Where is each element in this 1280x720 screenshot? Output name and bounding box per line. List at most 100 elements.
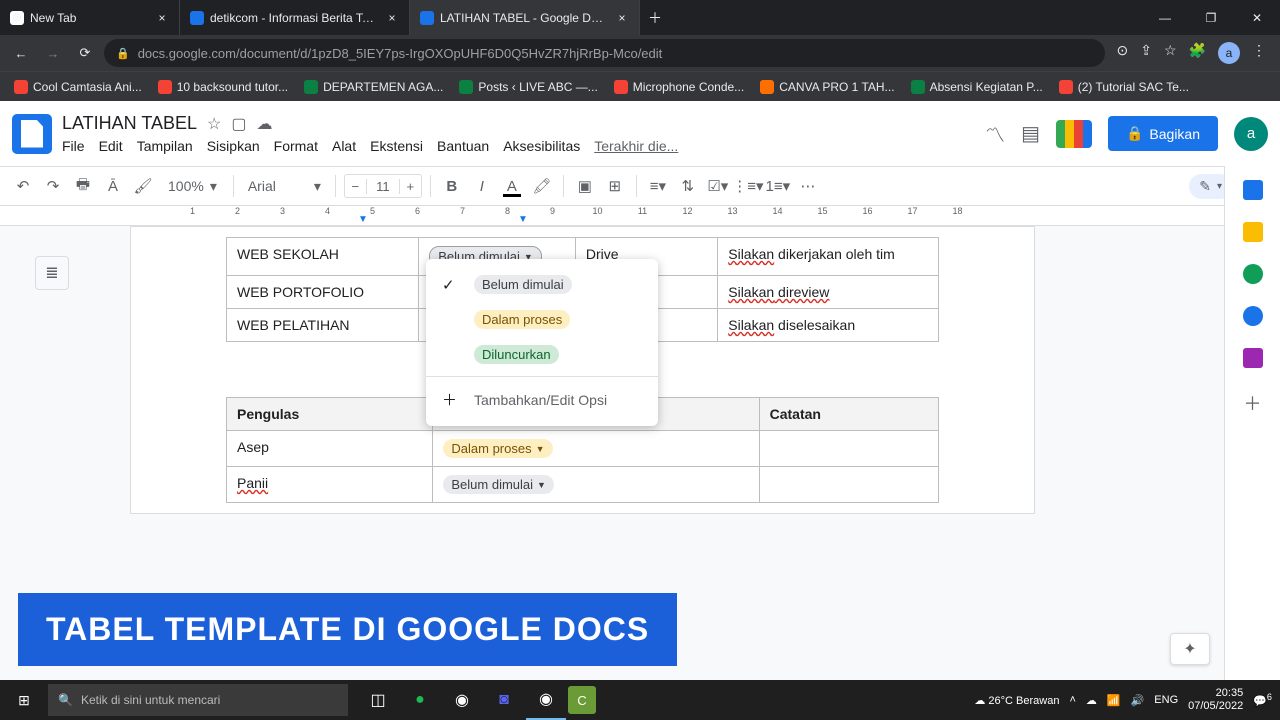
bookmark-star-icon[interactable]: ☆ bbox=[1164, 42, 1177, 64]
explore-button[interactable]: ✦ bbox=[1170, 633, 1210, 665]
bold-button[interactable]: B bbox=[439, 173, 465, 199]
address-bar[interactable]: 🔒 docs.google.com/document/d/1pzD8_5IEY7… bbox=[104, 39, 1105, 67]
browser-tab-2[interactable]: LATIHAN TABEL - Google Dokum× bbox=[410, 0, 640, 35]
menu-edit[interactable]: Edit bbox=[99, 138, 123, 154]
docs-logo[interactable] bbox=[12, 114, 52, 154]
font-select[interactable]: Arial▾ bbox=[242, 178, 327, 195]
bullet-list-button[interactable]: ⋮≡▾ bbox=[735, 173, 761, 199]
camtasia-icon[interactable]: C bbox=[568, 686, 596, 714]
highlight-button[interactable]: 🖍 bbox=[529, 173, 555, 199]
wifi-icon[interactable]: 📶 bbox=[1107, 694, 1121, 707]
bookmark-item[interactable]: Absensi Kegiatan P... bbox=[905, 77, 1049, 97]
weather-widget[interactable]: ☁ 26°C Berawan bbox=[974, 694, 1059, 707]
outline-toggle[interactable]: ≣ bbox=[35, 256, 69, 290]
menu-help[interactable]: Bantuan bbox=[437, 138, 489, 154]
share-button[interactable]: 🔒Bagikan bbox=[1108, 116, 1218, 151]
insert-image-button[interactable]: ▣ bbox=[572, 173, 598, 199]
move-icon[interactable]: ▢ bbox=[231, 114, 246, 134]
zoom-select[interactable]: 100%▾ bbox=[160, 178, 225, 195]
close-icon[interactable]: × bbox=[615, 11, 629, 25]
add-comment-button[interactable]: ⊞ bbox=[602, 173, 628, 199]
document-page[interactable]: WEB SEKOLAH Belum dimulai▼ Drive Silakan… bbox=[130, 226, 1035, 514]
paint-format-button[interactable]: 🖌 bbox=[130, 173, 156, 199]
window-minimize[interactable]: ― bbox=[1142, 11, 1188, 25]
close-icon[interactable]: × bbox=[385, 11, 399, 25]
numbered-list-button[interactable]: 1≡▾ bbox=[765, 173, 791, 199]
discord-icon[interactable]: ◙ bbox=[484, 680, 524, 720]
document-title[interactable]: LATIHAN TABEL bbox=[62, 113, 197, 134]
redo-button[interactable]: ↷ bbox=[40, 173, 66, 199]
close-icon[interactable]: × bbox=[155, 11, 169, 25]
last-edit[interactable]: Terakhir die... bbox=[594, 138, 678, 154]
clock[interactable]: 20:3507/05/2022 bbox=[1188, 687, 1243, 713]
chrome-icon[interactable]: ◉ bbox=[442, 680, 482, 720]
notification-icon[interactable]: 💬6 bbox=[1253, 692, 1272, 708]
bookmark-item[interactable]: DEPARTEMEN AGA... bbox=[298, 77, 449, 97]
search-icon[interactable]: ⊙ bbox=[1117, 42, 1129, 64]
new-tab-button[interactable]: ＋ bbox=[640, 8, 670, 28]
checklist-button[interactable]: ☑▾ bbox=[705, 173, 731, 199]
italic-button[interactable]: I bbox=[469, 173, 495, 199]
increase-size[interactable]: + bbox=[399, 179, 421, 194]
menu-icon[interactable]: ⋮ bbox=[1252, 42, 1266, 64]
menu-view[interactable]: Tampilan bbox=[137, 138, 193, 154]
tasks-icon[interactable] bbox=[1243, 264, 1263, 284]
tray-chevron-icon[interactable]: ˄ bbox=[1069, 694, 1075, 706]
menu-tools[interactable]: Alat bbox=[332, 138, 356, 154]
browser-tab-0[interactable]: ◎New Tab× bbox=[0, 0, 180, 35]
dropdown-edit-options[interactable]: ＋Tambahkan/Edit Opsi bbox=[426, 381, 658, 418]
menu-insert[interactable]: Sisipkan bbox=[207, 138, 260, 154]
keep-icon[interactable] bbox=[1243, 222, 1263, 242]
text-color-button[interactable]: A bbox=[499, 173, 525, 199]
window-close[interactable]: ✕ bbox=[1234, 11, 1280, 25]
profile-avatar[interactable]: a bbox=[1218, 42, 1240, 64]
bookmark-item[interactable]: Cool Camtasia Ani... bbox=[8, 77, 148, 97]
menu-accessibility[interactable]: Aksesibilitas bbox=[503, 138, 580, 154]
bookmark-item[interactable]: (2) Tutorial SAC Te... bbox=[1053, 77, 1195, 97]
maps-icon[interactable] bbox=[1243, 348, 1263, 368]
share-icon[interactable]: ⇪ bbox=[1140, 42, 1152, 64]
bookmark-item[interactable]: CANVA PRO 1 TAH... bbox=[754, 77, 900, 97]
window-maximize[interactable]: ❐ bbox=[1188, 11, 1234, 25]
decrease-size[interactable]: − bbox=[345, 179, 367, 194]
bookmark-item[interactable]: 10 backsound tutor... bbox=[152, 77, 294, 97]
indent-marker[interactable]: ▼ bbox=[518, 214, 528, 225]
extensions-icon[interactable]: 🧩 bbox=[1189, 42, 1206, 64]
align-button[interactable]: ≡▾ bbox=[645, 173, 671, 199]
reload-button[interactable]: ⟳ bbox=[72, 40, 98, 66]
task-view-icon[interactable]: ◫ bbox=[358, 680, 398, 720]
calendar-icon[interactable] bbox=[1243, 180, 1263, 200]
spotify-icon[interactable]: ● bbox=[400, 680, 440, 720]
dropdown-option[interactable]: Diluncurkan bbox=[426, 337, 658, 372]
font-size-control[interactable]: −11+ bbox=[344, 174, 422, 198]
add-addon-icon[interactable]: ＋ bbox=[1244, 390, 1262, 416]
ruler[interactable]: 123456789101112131415161718 ▼ ▼ bbox=[0, 206, 1280, 226]
dropdown-option[interactable]: ✓Belum dimulai bbox=[426, 267, 658, 302]
undo-button[interactable]: ↶ bbox=[10, 173, 36, 199]
comment-icon[interactable]: ▤ bbox=[1021, 121, 1040, 146]
trend-icon[interactable]: 〽 bbox=[985, 119, 1005, 148]
volume-icon[interactable]: 🔊 bbox=[1131, 694, 1145, 707]
contacts-icon[interactable] bbox=[1243, 306, 1263, 326]
account-avatar[interactable]: a bbox=[1234, 117, 1268, 151]
more-button[interactable]: ⋯ bbox=[795, 173, 821, 199]
bookmark-item[interactable]: Posts ‹ LIVE ABC —... bbox=[453, 77, 603, 97]
chrome-active-icon[interactable]: ◉ bbox=[526, 680, 566, 720]
language-indicator[interactable]: ENG bbox=[1154, 694, 1178, 706]
line-spacing-button[interactable]: ⇅ bbox=[675, 173, 701, 199]
start-button[interactable]: ⊞ bbox=[0, 692, 48, 709]
star-icon[interactable]: ☆ bbox=[207, 114, 221, 134]
dropdown-option[interactable]: Dalam proses bbox=[426, 302, 658, 337]
onedrive-icon[interactable]: ☁ bbox=[1086, 694, 1097, 707]
browser-tab-1[interactable]: detikcom - Informasi Berita Terki× bbox=[180, 0, 410, 35]
bookmark-item[interactable]: Microphone Conde... bbox=[608, 77, 750, 97]
spellcheck-button[interactable]: Ᾱ bbox=[100, 173, 126, 199]
back-button[interactable]: ← bbox=[8, 40, 34, 66]
meet-icon[interactable] bbox=[1056, 120, 1092, 148]
menu-file[interactable]: File bbox=[62, 138, 85, 154]
indent-marker[interactable]: ▼ bbox=[358, 214, 368, 225]
taskbar-search[interactable]: 🔍Ketik di sini untuk mencari bbox=[48, 684, 348, 716]
menu-extensions[interactable]: Ekstensi bbox=[370, 138, 423, 154]
menu-format[interactable]: Format bbox=[274, 138, 318, 154]
print-button[interactable]: 🖶 bbox=[70, 173, 96, 199]
